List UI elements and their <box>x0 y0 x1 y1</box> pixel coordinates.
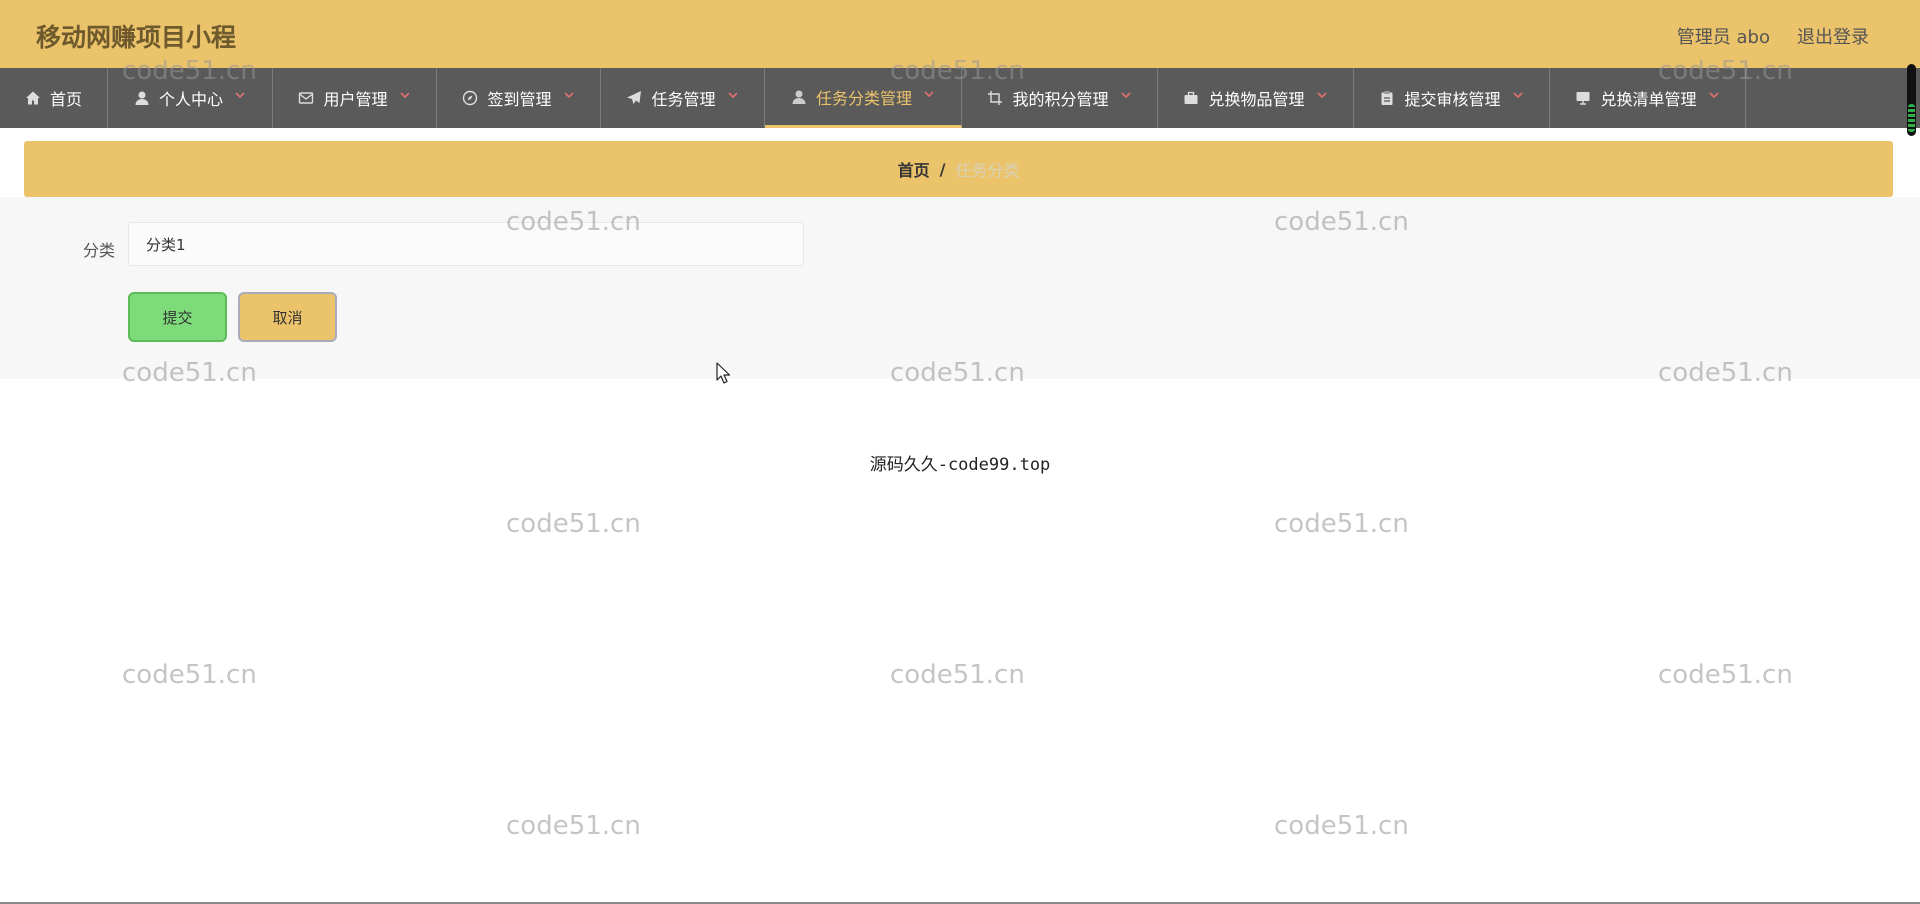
vertical-scrollbar[interactable] <box>1907 64 1916 136</box>
nav-item-user-management[interactable]: 用户管理 <box>273 68 437 128</box>
nav-label: 用户管理 <box>323 90 388 109</box>
category-input[interactable] <box>128 222 804 266</box>
nav-label: 任务分类管理 <box>815 88 912 108</box>
nav-item-my-points-management[interactable]: 我的积分管理 <box>962 68 1158 128</box>
watermark: code51.cn <box>1658 660 1793 690</box>
briefcase-icon <box>1183 90 1199 106</box>
nav-label: 个人中心 <box>158 90 223 109</box>
logout-link[interactable]: 退出登录 <box>1797 23 1869 49</box>
breadcrumb-home[interactable]: 首页 <box>898 157 930 181</box>
nav-label: 首页 <box>49 90 82 109</box>
chevron-down-icon <box>727 89 739 101</box>
footer-text: 源码久久-code99.top <box>869 455 1051 475</box>
nav-item-home[interactable]: 首页 <box>0 68 108 128</box>
submit-button[interactable]: 提交 <box>128 292 227 342</box>
person-icon <box>791 89 807 105</box>
app-title: 移动网赚项目小程 <box>36 23 237 52</box>
watermark: code51.cn <box>122 660 257 690</box>
breadcrumb-separator: / <box>939 159 946 179</box>
nav-label: 任务管理 <box>651 90 716 109</box>
watermark: code51.cn <box>1274 509 1409 539</box>
home-icon <box>25 90 41 106</box>
chevron-down-icon <box>399 89 411 101</box>
watermark: code51.cn <box>1274 811 1409 841</box>
watermark: code51.cn <box>890 660 1025 690</box>
person-icon <box>134 90 150 106</box>
mail-icon <box>298 90 314 106</box>
breadcrumb: 首页 / 任务分类 <box>24 141 1893 197</box>
scrollbar-grip[interactable] <box>1908 104 1915 132</box>
nav-item-exchange-list-management[interactable]: 兑换清单管理 <box>1550 68 1746 128</box>
chevron-down-icon <box>1316 89 1328 101</box>
mouse-cursor-icon <box>716 362 730 384</box>
clipboard-icon <box>1379 90 1395 106</box>
nav-label: 兑换清单管理 <box>1600 90 1697 109</box>
nav-item-personal-center[interactable]: 个人中心 <box>108 68 273 128</box>
breadcrumb-current: 任务分类 <box>955 161 1020 180</box>
nav-item-task-category-management[interactable]: 任务分类管理 <box>765 68 962 128</box>
send-icon <box>626 90 642 106</box>
nav-label: 签到管理 <box>487 90 552 109</box>
chevron-down-icon <box>563 89 575 101</box>
watermark: code51.cn <box>506 811 641 841</box>
chevron-down-icon <box>1708 89 1720 101</box>
monitor-icon <box>1575 90 1591 106</box>
top-header: 移动网赚项目小程 管理员 abo 退出登录 <box>0 0 1920 68</box>
chevron-down-icon <box>1120 89 1132 101</box>
chevron-down-icon <box>1512 89 1524 101</box>
cancel-button[interactable]: 取消 <box>238 292 337 342</box>
nav-item-task-management[interactable]: 任务管理 <box>601 68 765 128</box>
nav-label: 我的积分管理 <box>1012 90 1109 109</box>
nav-item-exchange-items-management[interactable]: 兑换物品管理 <box>1158 68 1354 128</box>
watermark: code51.cn <box>506 509 641 539</box>
nav-label: 兑换物品管理 <box>1208 90 1305 109</box>
nav-item-checkin-management[interactable]: 签到管理 <box>437 68 601 128</box>
admin-user-label: 管理员 abo <box>1676 27 1770 48</box>
main-nav: 首页 个人中心 用户管理 签到管理 任务管理 任务分类管理 我的积分管理 兑换物… <box>0 68 1920 128</box>
nav-label: 提交审核管理 <box>1404 90 1501 109</box>
compass-icon <box>462 90 478 106</box>
nav-item-submission-review-management[interactable]: 提交审核管理 <box>1354 68 1550 128</box>
chevron-down-icon <box>923 88 935 100</box>
crop-icon <box>987 90 1003 106</box>
chevron-down-icon <box>234 89 246 101</box>
category-label: 分类 <box>83 241 116 260</box>
